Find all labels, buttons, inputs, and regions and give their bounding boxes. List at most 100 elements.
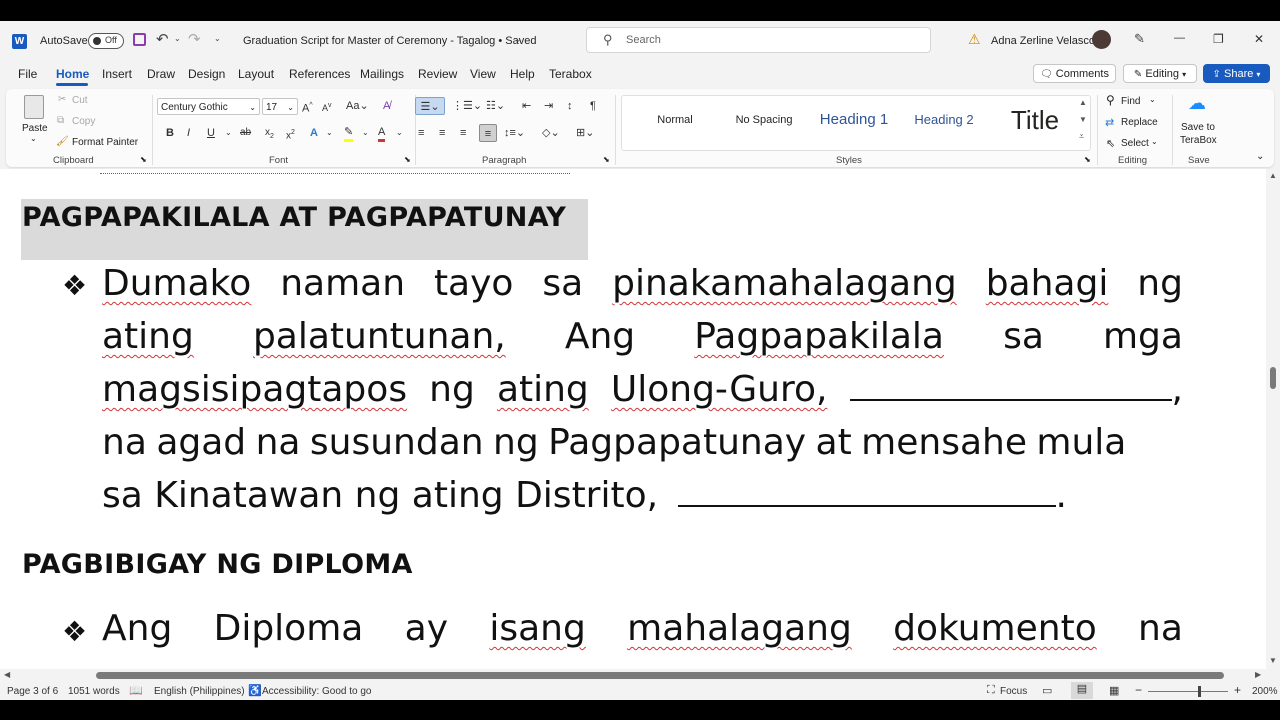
- superscript-icon[interactable]: x2: [286, 126, 295, 143]
- underline-icon[interactable]: U: [207, 126, 215, 140]
- style-heading-2[interactable]: Heading 2: [904, 100, 984, 140]
- scroll-right-icon[interactable]: ▶: [1255, 670, 1261, 679]
- user-name[interactable]: Adna Zerline Velasco: [991, 35, 1095, 47]
- multilevel-list-icon[interactable]: ☷⌄: [486, 99, 505, 113]
- font-color-icon[interactable]: A: [378, 125, 386, 142]
- scroll-down-icon[interactable]: ▼: [1269, 656, 1277, 665]
- text-effects-icon[interactable]: A: [310, 126, 318, 140]
- redo-icon[interactable]: ↷: [188, 30, 201, 48]
- bullets-icon[interactable]: ☰⌄: [415, 97, 445, 115]
- accessibility-status[interactable]: Accessibility: Good to go: [262, 686, 372, 697]
- replace-button[interactable]: Replace: [1121, 117, 1158, 128]
- terabox-label[interactable]: TeraBox: [1180, 135, 1217, 146]
- vertical-scroll-thumb[interactable]: [1270, 367, 1276, 389]
- sort-icon[interactable]: ↕: [567, 99, 573, 113]
- read-mode-icon[interactable]: ▭: [1042, 684, 1052, 697]
- print-layout-icon[interactable]: ▤: [1071, 682, 1093, 699]
- paste-dropdown-icon[interactable]: ⌄: [30, 134, 37, 143]
- undo-dropdown-icon[interactable]: ⌄: [174, 34, 181, 43]
- numbering-icon[interactable]: ⋮☰⌄: [452, 99, 482, 113]
- style-title[interactable]: Title: [992, 100, 1078, 140]
- font-color-dropdown-icon[interactable]: ⌄: [396, 126, 403, 140]
- paragraph-line[interactable]: na agad na susundan ng Pagpapatunay at m…: [102, 422, 1126, 463]
- format-painter-button[interactable]: Format Painter: [72, 137, 138, 148]
- tab-view[interactable]: View: [470, 67, 496, 81]
- word-count[interactable]: 1051 words: [68, 686, 120, 697]
- warning-icon[interactable]: ⚠: [968, 31, 981, 48]
- decrease-indent-icon[interactable]: ⇤: [522, 99, 531, 113]
- share-button[interactable]: ⇪ Share ▾: [1203, 64, 1270, 83]
- clipboard-launcher-icon[interactable]: ⬊: [140, 155, 147, 164]
- zoom-slider-thumb[interactable]: [1198, 686, 1201, 697]
- copy-button[interactable]: Copy: [72, 116, 95, 127]
- document-canvas[interactable]: PAGPAPAKILALA AT PAGPAPATUNAY ❖ Dumako n…: [0, 169, 1266, 669]
- styles-more-icon[interactable]: ⩡: [1079, 131, 1084, 142]
- shading-icon[interactable]: ◇⌄: [542, 126, 560, 140]
- proofing-icon[interactable]: 📖: [129, 684, 143, 697]
- justify-icon[interactable]: ≡: [479, 124, 497, 142]
- comments-button[interactable]: 🗨 Comments: [1033, 64, 1116, 83]
- web-layout-icon[interactable]: ▦: [1109, 684, 1119, 697]
- tab-review[interactable]: Review: [418, 67, 457, 81]
- subscript-icon[interactable]: x2: [265, 126, 274, 144]
- undo-icon[interactable]: ↶: [156, 30, 169, 48]
- tab-references[interactable]: References: [289, 67, 350, 81]
- zoom-slider[interactable]: [1148, 686, 1228, 697]
- font-size-select[interactable]: 17 ⌄: [262, 98, 298, 115]
- styles-scroll-up-icon[interactable]: ▲: [1079, 98, 1087, 107]
- close-button[interactable]: ✕: [1254, 32, 1264, 46]
- grow-font-icon[interactable]: A^: [302, 99, 313, 116]
- collapse-ribbon-icon[interactable]: ⌄: [1256, 151, 1264, 162]
- horizontal-scrollbar[interactable]: ◀ ▶: [0, 669, 1280, 682]
- zoom-in-button[interactable]: +: [1234, 683, 1241, 697]
- paragraph-line[interactable]: Dumako naman tayo sa pinakamahalagang ba…: [102, 263, 1183, 304]
- paragraph-line[interactable]: magsisipagtapos ng ating Ulong-Guro, ,: [102, 369, 1183, 410]
- document-title[interactable]: Graduation Script for Master of Ceremony…: [243, 35, 536, 47]
- paste-icon[interactable]: [24, 95, 44, 119]
- paste-button[interactable]: Paste: [22, 123, 48, 134]
- scroll-left-icon[interactable]: ◀: [4, 670, 10, 679]
- find-button[interactable]: Find: [1121, 96, 1140, 107]
- scroll-up-icon[interactable]: ▲: [1269, 171, 1277, 180]
- line-spacing-icon[interactable]: ↕≡⌄: [504, 126, 525, 140]
- save-icon[interactable]: [133, 33, 146, 46]
- clear-formatting-icon[interactable]: A̸: [383, 99, 390, 113]
- paragraph-launcher-icon[interactable]: ⬊: [603, 155, 610, 164]
- title-dropdown-icon[interactable]: ⌄: [514, 34, 522, 45]
- show-formatting-icon[interactable]: ¶: [590, 99, 596, 113]
- highlight-icon[interactable]: ✎: [344, 125, 354, 142]
- paragraph-line[interactable]: ating palatuntunan, Ang Pagpapakilala sa…: [102, 316, 1183, 357]
- tab-design[interactable]: Design: [188, 67, 225, 81]
- tab-home[interactable]: Home: [56, 67, 89, 81]
- paragraph-line[interactable]: sa Kinatawan ng ating Distrito, .: [102, 475, 1067, 516]
- minimize-button[interactable]: —: [1174, 32, 1185, 44]
- select-dropdown-icon[interactable]: ⌄: [1151, 137, 1158, 146]
- underline-dropdown-icon[interactable]: ⌄: [225, 126, 232, 140]
- autosave-toggle[interactable]: Off: [88, 33, 124, 49]
- customize-qat-icon[interactable]: ⌄: [214, 34, 221, 43]
- language-status[interactable]: English (Philippines): [154, 686, 245, 697]
- borders-icon[interactable]: ⊞⌄: [576, 126, 594, 140]
- increase-indent-icon[interactable]: ⇥: [544, 99, 553, 113]
- zoom-out-button[interactable]: −: [1135, 683, 1142, 697]
- vertical-scrollbar[interactable]: ▲ ▼: [1266, 169, 1280, 669]
- zoom-level[interactable]: 200%: [1252, 686, 1278, 697]
- page-count[interactable]: Page 3 of 6: [7, 686, 58, 697]
- save-to-label[interactable]: Save to: [1181, 122, 1215, 133]
- section-heading[interactable]: PAGBIBIGAY NG DIPLOMA: [22, 549, 413, 580]
- style-normal[interactable]: Normal: [640, 100, 710, 140]
- strikethrough-icon[interactable]: ab: [240, 126, 251, 140]
- focus-button[interactable]: Focus: [1000, 686, 1027, 697]
- highlight-dropdown-icon[interactable]: ⌄: [362, 126, 369, 140]
- italic-icon[interactable]: I: [187, 126, 190, 140]
- style-heading-1[interactable]: Heading 1: [812, 100, 896, 140]
- restore-button[interactable]: ❐: [1213, 32, 1224, 46]
- tab-draw[interactable]: Draw: [147, 67, 175, 81]
- find-dropdown-icon[interactable]: ⌄: [1149, 95, 1156, 104]
- align-right-icon[interactable]: ≡: [460, 126, 466, 140]
- section-heading[interactable]: PAGPAPAKILALA AT PAGPAPATUNAY: [22, 202, 566, 233]
- bold-icon[interactable]: B: [166, 126, 174, 140]
- tab-terabox[interactable]: Terabox: [549, 67, 592, 81]
- tab-help[interactable]: Help: [510, 67, 535, 81]
- styles-scroll-down-icon[interactable]: ▼: [1079, 115, 1087, 124]
